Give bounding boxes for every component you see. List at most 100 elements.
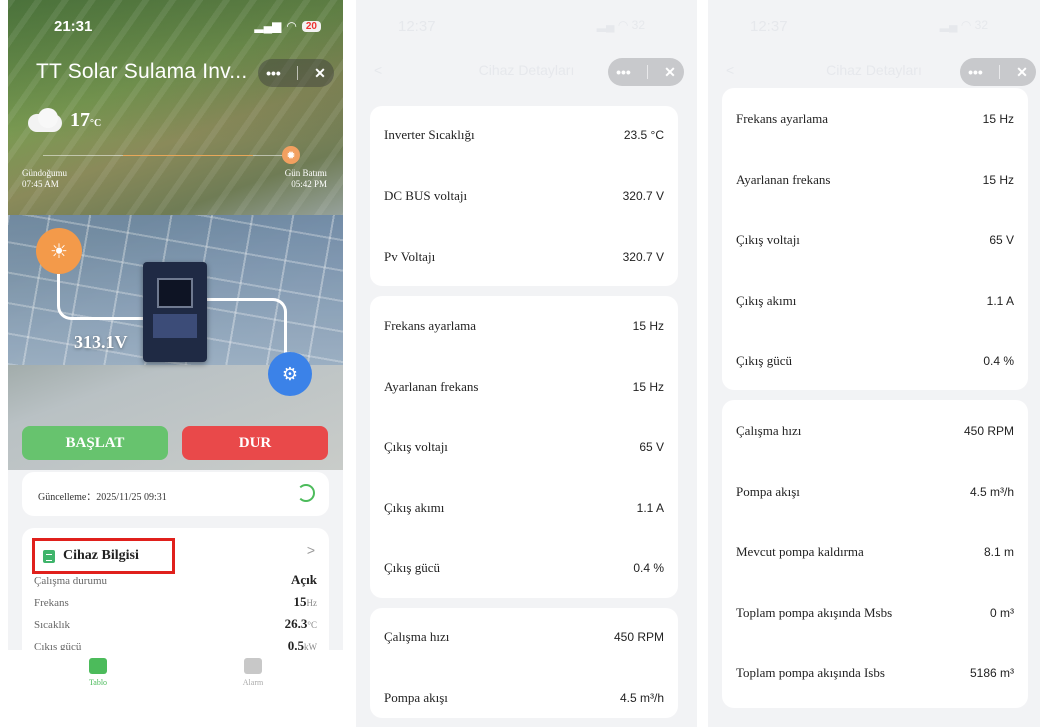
sunset: Gün Batımı 05:42 PM [285,168,327,190]
detail-row: Pv Voltajı 320.7 V [384,242,664,272]
more-icon[interactable]: ••• [968,64,983,80]
detail-value: 15 Hz [982,173,1014,187]
detail-value: 450 RPM [963,424,1014,438]
info-row: Frekans 15Hz [34,594,317,610]
detail-value: 0.4 % [633,561,664,575]
miniapp-capsule: ••• ✕ [960,58,1036,86]
detail-value: 65 V [639,440,664,454]
sunset-time: 05:42 PM [291,179,327,189]
capsule-divider [296,66,298,80]
detail-value: 15 Hz [632,380,664,394]
capsule-divider [998,65,1000,79]
chevron-right-icon[interactable]: > [307,542,315,558]
status-time: 21:31 [54,18,93,35]
refresh-icon[interactable] [297,484,315,502]
detail-value: 320.7 V [622,250,664,264]
miniapp-capsule: ••• ✕ [608,58,684,86]
detail-label: Çalışma hızı [384,629,450,644]
device-info-header[interactable]: Cihaz Bilgisi [32,538,175,574]
status-time: 12:37 [398,18,436,35]
pv-voltage: 313.1V [74,332,128,352]
tab-tablo[interactable]: Tablo [68,658,128,687]
detail-value: 15 Hz [632,319,664,333]
detail-card: Frekans ayarlama 15 Hz Ayarlanan frekans 1… [722,88,1028,390]
sun-icon: ✹ [282,146,300,164]
inverter-plate [153,314,197,338]
info-value-number: 15 [293,594,307,609]
detail-row: Çıkış voltajı 65 V [736,225,1014,255]
detail-label: Frekans ayarlama [384,318,477,333]
weather-widget: 17°C [28,108,101,132]
device-title: TT Solar Sulama Inv... [36,60,248,83]
info-value: 26.3°C [285,616,317,632]
device-info-title: Cihaz Bilgisi [63,548,139,563]
chart-icon [89,658,107,674]
detail-row: Frekans ayarlama 15 Hz [736,104,1014,134]
detail-row: Ayarlanan frekans 15 Hz [736,165,1014,195]
sunrise: Gündoğumu 07:45 AM [22,168,67,190]
screen-device-details-1: 12:37 ▂▄ ◠ 32 < Cihaz Detayları ••• ✕ In… [356,0,697,727]
detail-label: Çıkış akımı [736,293,797,308]
detail-label: Pompa akışı [736,484,800,499]
capsule-divider [646,65,648,79]
info-label: Çalışma durumu [34,575,108,587]
wifi-icon: ◠ [286,19,297,33]
temperature: 17°C [70,109,101,132]
temperature-value: 17 [70,108,90,131]
detail-label: Çıkış voltajı [384,439,448,454]
status-time: 12:37 [750,18,788,35]
detail-label: Çıkış gücü [384,560,440,575]
close-icon[interactable]: ✕ [1016,64,1028,81]
solar-wire [57,274,145,320]
battery-icon: 32 [631,18,645,32]
detail-value: 4.5 m³/h [969,485,1014,499]
detail-value: 5186 m³ [969,666,1014,680]
tab-alarm[interactable]: Alarm [223,658,283,687]
pump-icon: ⚙ [268,352,312,396]
detail-label: DC BUS voltajı [384,188,468,203]
device-info-card[interactable]: Cihaz Bilgisi > Çalışma durumu Açık Frek… [22,528,329,658]
close-icon[interactable]: ✕ [664,64,676,81]
detail-value: 0.4 % [983,354,1014,368]
detail-label: Çıkış akımı [384,500,445,515]
battery-icon: 20 [301,20,321,32]
tab-bar: Tablo Alarm [8,650,343,727]
detail-row: Pompa akışı 4.5 m³/h [736,477,1014,507]
detail-label: Ayarlanan frekans [384,379,479,394]
info-value: 15Hz [294,594,318,610]
start-button[interactable]: BAŞLAT [22,426,168,460]
detail-label: Toplam pompa akışında Msbs [736,605,893,620]
more-icon[interactable]: ••• [266,65,281,81]
stop-button[interactable]: DUR [182,426,328,460]
tab-label: Alarm [242,678,264,687]
detail-value: 320.7 V [622,189,664,203]
detail-row: Inverter Sıcaklığı 23.5 °C [384,120,664,150]
detail-label: Mevcut pompa kaldırma [736,544,864,559]
detail-row: Mevcut pompa kaldırma 8.1 m [736,537,1014,567]
info-value-unit: °C [307,620,317,630]
detail-value: 1.1 A [986,294,1014,308]
sunset-label: Gün Batımı [284,168,327,178]
solar-panel-icon: ☀ [36,228,82,274]
info-label: Sıcaklık [34,619,71,631]
detail-row: Çıkış akımı 1.1 A [736,286,1014,316]
temperature-unit: °C [90,117,102,129]
detail-label: Çalışma hızı [736,423,802,438]
detail-card: Çalışma hızı 450 RPM Pompa akışı 4.5 m³/h … [722,400,1028,708]
status-icons: ▂▄ ◠ 32 [596,18,645,32]
inverter-screen [157,278,193,308]
detail-label: Çıkış gücü [736,353,792,368]
info-row: Çalışma durumu Açık [34,572,317,588]
screen-dashboard: 21:31 ▂▄▆ ◠ 20 TT Solar Sulama Inv... ••… [8,0,343,727]
more-icon[interactable]: ••• [616,64,631,80]
info-value-unit: Hz [306,598,318,608]
detail-value: 8.1 m [983,545,1014,559]
pump-wire [207,298,287,354]
detail-label: Çıkış voltajı [736,232,800,247]
detail-label: Pompa akışı [384,690,448,705]
info-value: Açık [291,572,317,588]
cloud-icon [28,108,64,132]
detail-row: Frekans ayarlama 15 Hz [384,311,664,341]
detail-card: Frekans ayarlama 15 Hz Ayarlanan frekans 1… [370,296,678,598]
close-icon[interactable]: ✕ [314,65,326,82]
